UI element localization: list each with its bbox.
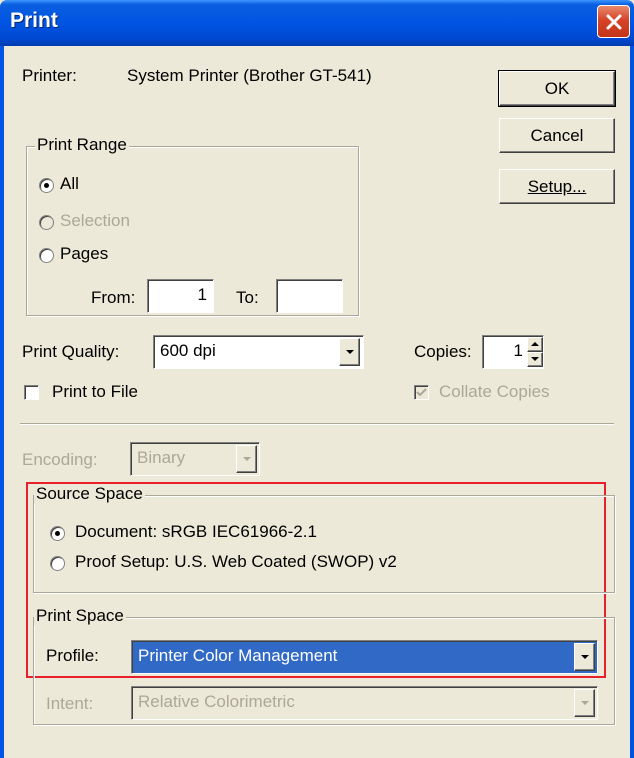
window-frame-left bbox=[0, 46, 4, 758]
print-range-title: Print Range bbox=[35, 135, 129, 155]
encoding-value: Binary bbox=[137, 448, 186, 467]
radio-document[interactable] bbox=[50, 526, 65, 541]
collate-label: Collate Copies bbox=[439, 382, 550, 401]
from-input[interactable]: 1 bbox=[147, 279, 214, 313]
separator bbox=[20, 423, 614, 425]
source-space-group bbox=[33, 495, 615, 593]
source-space-title: Source Space bbox=[34, 484, 145, 504]
ok-button-label: OK bbox=[544, 79, 570, 98]
copies-down-button[interactable] bbox=[527, 352, 543, 367]
close-button[interactable] bbox=[597, 5, 630, 38]
radio-pages[interactable] bbox=[39, 248, 54, 263]
window-frame-right bbox=[630, 46, 634, 758]
print-quality-dropdown-button[interactable] bbox=[339, 338, 360, 366]
profile-dropdown-button[interactable] bbox=[574, 643, 595, 671]
print-quality-value: 600 dpi bbox=[160, 341, 216, 360]
cancel-button[interactable]: Cancel bbox=[499, 118, 615, 153]
copies-label: Copies: bbox=[414, 342, 472, 361]
radio-proof-setup[interactable] bbox=[50, 556, 65, 571]
printer-name: System Printer (Brother GT-541) bbox=[127, 66, 372, 85]
print-to-file-label: Print to File bbox=[52, 382, 138, 401]
intent-value: Relative Colorimetric bbox=[138, 692, 295, 711]
cancel-button-label: Cancel bbox=[530, 126, 584, 145]
intent-select[interactable]: Relative Colorimetric bbox=[131, 686, 598, 720]
chevron-down-icon bbox=[581, 655, 589, 659]
to-label: To: bbox=[236, 288, 259, 307]
profile-select[interactable]: Printer Color Management bbox=[131, 640, 598, 674]
profile-label: Profile: bbox=[46, 646, 99, 665]
from-label: From: bbox=[91, 288, 136, 307]
collate-checkbox[interactable] bbox=[414, 385, 429, 400]
title-bar[interactable]: Print bbox=[0, 0, 634, 46]
profile-value: Printer Color Management bbox=[138, 646, 338, 665]
chevron-down-icon bbox=[581, 701, 589, 705]
intent-label: Intent: bbox=[46, 694, 94, 713]
setup-button-label: Setup... bbox=[527, 177, 587, 196]
close-icon bbox=[606, 14, 622, 30]
intent-dropdown-button[interactable] bbox=[574, 689, 595, 717]
copies-up-button[interactable] bbox=[527, 337, 543, 352]
encoding-label: Encoding: bbox=[22, 450, 98, 469]
encoding-dropdown-button[interactable] bbox=[236, 445, 257, 473]
radio-pages-label: Pages bbox=[60, 244, 109, 263]
radio-proof-setup-label: Proof Setup: U.S. Web Coated (SWOP) v2 bbox=[75, 552, 397, 571]
to-input[interactable] bbox=[276, 279, 343, 313]
radio-selection-label: Selection bbox=[60, 211, 130, 230]
spin-down-icon bbox=[531, 357, 539, 361]
radio-selection[interactable] bbox=[39, 215, 54, 230]
chevron-down-icon bbox=[346, 350, 354, 354]
setup-button[interactable]: Setup... bbox=[499, 169, 615, 204]
ok-button[interactable]: OK bbox=[498, 70, 616, 107]
print-space-title: Print Space bbox=[34, 606, 126, 626]
print-to-file-checkbox[interactable] bbox=[24, 385, 39, 400]
print-quality-label: Print Quality: bbox=[22, 342, 120, 361]
window-title: Print bbox=[10, 9, 58, 32]
radio-all[interactable] bbox=[39, 178, 54, 193]
chevron-down-icon bbox=[243, 457, 251, 461]
printer-label: Printer: bbox=[22, 66, 77, 85]
copies-value: 1 bbox=[513, 341, 523, 360]
spin-up-icon bbox=[531, 342, 539, 346]
checkmark-icon bbox=[416, 388, 427, 397]
radio-document-label: Document: sRGB IEC61966-2.1 bbox=[75, 522, 317, 541]
print-quality-select[interactable]: 600 dpi bbox=[153, 335, 364, 369]
radio-all-label: All bbox=[60, 174, 79, 193]
